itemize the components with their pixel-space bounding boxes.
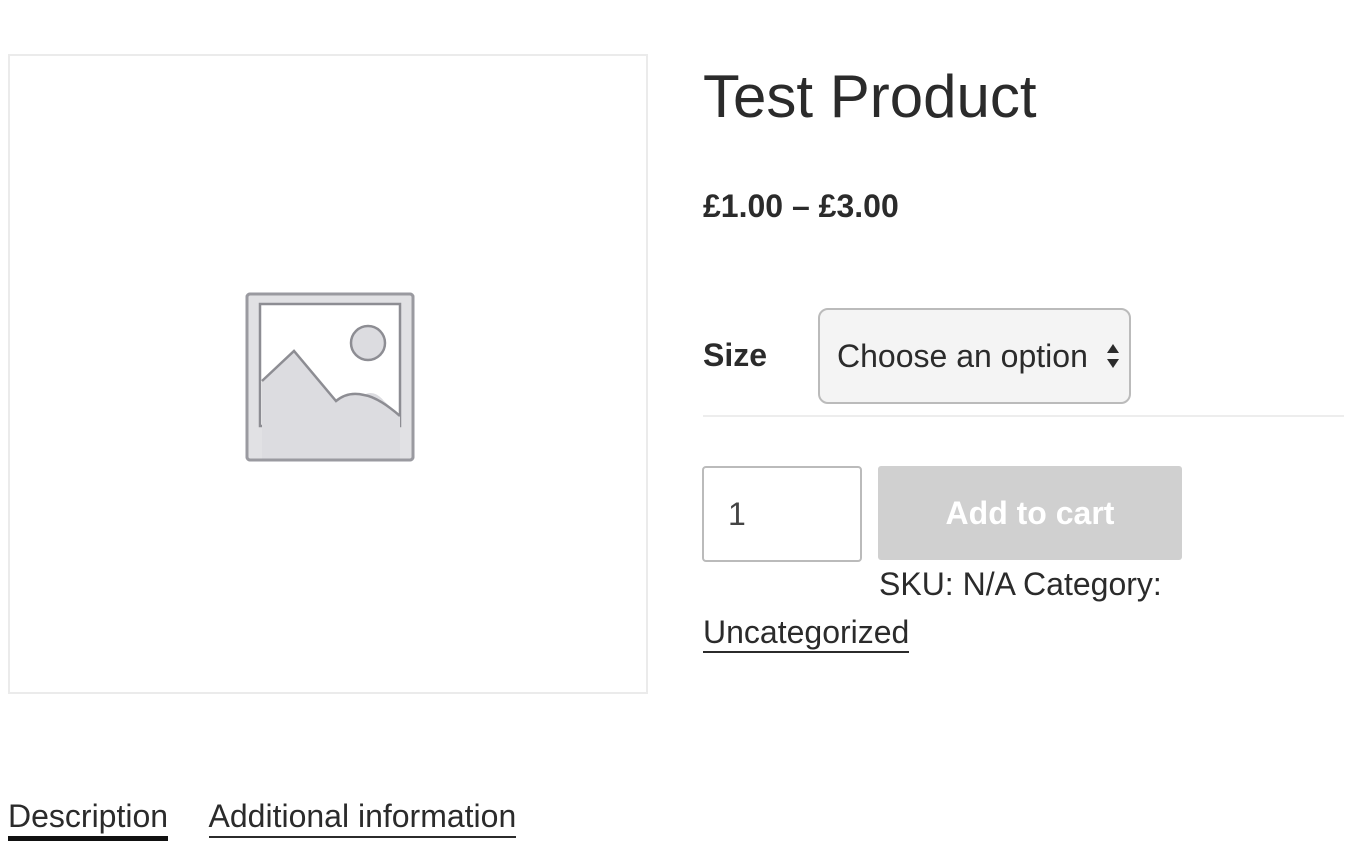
size-select-value: Choose an option <box>837 338 1088 374</box>
product-page: Test Product £1.00 – £3.00 Size Choose a… <box>0 0 1356 854</box>
select-arrows-icon <box>1107 344 1119 368</box>
product-price: £1.00 – £3.00 <box>703 188 899 224</box>
product-title: Test Product <box>703 63 1037 130</box>
size-select[interactable]: Choose an option <box>818 308 1131 404</box>
size-label: Size <box>703 337 768 373</box>
product-image[interactable] <box>8 54 648 694</box>
quantity-input[interactable] <box>702 466 862 562</box>
tab-description[interactable]: Description <box>8 796 169 841</box>
sku-category-text: SKU: N/A Category: <box>879 566 1162 602</box>
add-to-cart-button[interactable]: Add to cart <box>878 466 1182 560</box>
variations-row: Size Choose an option <box>703 308 1344 417</box>
category-line: Uncategorized <box>703 612 910 653</box>
placeholder-image-icon <box>245 292 415 462</box>
product-tabs: Description Additional information <box>8 796 552 841</box>
category-link[interactable]: Uncategorized <box>703 614 910 653</box>
tab-additional-information[interactable]: Additional information <box>208 796 517 838</box>
